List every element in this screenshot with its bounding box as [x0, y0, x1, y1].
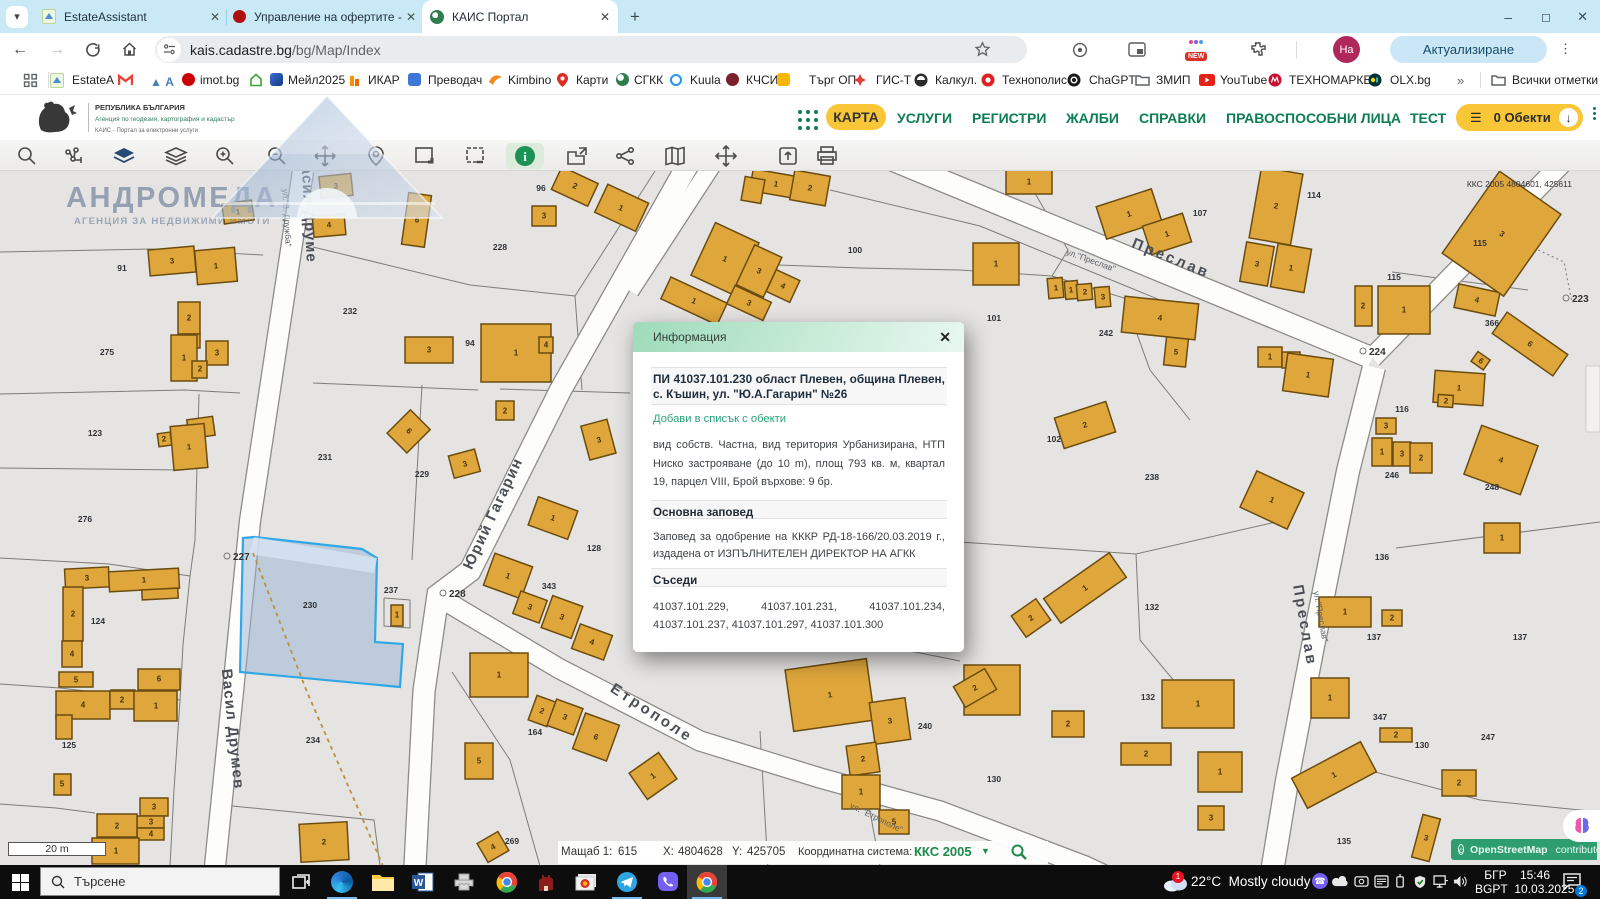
- svg-text:1: 1: [1027, 178, 1032, 187]
- svg-text:224: 224: [1369, 347, 1386, 358]
- svg-text:132: 132: [1145, 602, 1159, 612]
- svg-text:1: 1: [1196, 700, 1201, 709]
- svg-text:2: 2: [1419, 454, 1424, 463]
- svg-text:3: 3: [1209, 814, 1214, 823]
- svg-text:125: 125: [62, 740, 76, 750]
- svg-text:1: 1: [859, 788, 864, 797]
- svg-text:2: 2: [1066, 720, 1071, 729]
- svg-text:1: 1: [1218, 768, 1223, 777]
- svg-text:5: 5: [74, 676, 79, 685]
- svg-text:114: 114: [1307, 190, 1321, 200]
- svg-text:116: 116: [1395, 404, 1409, 414]
- svg-text:130: 130: [1415, 740, 1429, 750]
- svg-text:1: 1: [514, 349, 519, 358]
- svg-text:232: 232: [343, 306, 357, 316]
- svg-text:3: 3: [152, 803, 157, 812]
- svg-text:2: 2: [1390, 614, 1395, 623]
- svg-text:223: 223: [1572, 294, 1589, 305]
- svg-text:2: 2: [71, 610, 76, 619]
- svg-text:1: 1: [182, 354, 187, 363]
- svg-text:227: 227: [233, 552, 250, 563]
- svg-text:228: 228: [493, 242, 507, 252]
- svg-text:i: i: [523, 149, 527, 164]
- svg-text:107: 107: [1193, 208, 1207, 218]
- svg-text:248: 248: [1485, 482, 1499, 492]
- svg-text:4: 4: [81, 701, 86, 710]
- svg-text:2: 2: [1144, 750, 1149, 759]
- svg-text:230: 230: [303, 600, 317, 610]
- svg-text:1: 1: [1328, 694, 1333, 703]
- svg-text:100: 100: [848, 245, 862, 255]
- svg-text:2: 2: [1457, 779, 1462, 788]
- svg-text:91: 91: [117, 263, 127, 273]
- svg-text:128: 128: [587, 543, 601, 553]
- svg-text:135: 135: [1337, 836, 1351, 846]
- svg-text:2: 2: [198, 365, 203, 374]
- svg-text:240: 240: [918, 721, 932, 731]
- svg-text:347: 347: [1373, 712, 1387, 722]
- svg-text:96: 96: [536, 183, 546, 193]
- svg-text:246: 246: [1385, 470, 1399, 480]
- svg-text:1: 1: [395, 611, 400, 620]
- svg-text:115: 115: [1473, 238, 1487, 248]
- svg-text:W: W: [414, 878, 424, 889]
- svg-text:2: 2: [1394, 731, 1399, 740]
- svg-text:164: 164: [528, 727, 542, 737]
- svg-text:343: 343: [542, 581, 556, 591]
- svg-text:102: 102: [1047, 434, 1061, 444]
- svg-text:228: 228: [449, 589, 466, 600]
- svg-text:4: 4: [70, 650, 75, 659]
- svg-text:АНДРОМЕДА: АНДРОМЕДА: [66, 182, 278, 214]
- svg-text:1: 1: [994, 260, 999, 269]
- svg-text:6: 6: [157, 675, 162, 684]
- svg-text:276: 276: [78, 514, 92, 524]
- svg-text:ККС 2005 4804601, 425611: ККС 2005 4804601, 425611: [1467, 179, 1572, 189]
- svg-text:1: 1: [1268, 353, 1273, 362]
- svg-text:366: 366: [1485, 318, 1499, 328]
- svg-text:1: 1: [114, 847, 119, 856]
- svg-text:229: 229: [415, 469, 429, 479]
- svg-text:3: 3: [1384, 422, 1389, 431]
- svg-text:1: 1: [1380, 448, 1385, 457]
- svg-text:242: 242: [1099, 328, 1113, 338]
- svg-text:123: 123: [88, 428, 102, 438]
- svg-text:237: 237: [384, 585, 398, 595]
- svg-text:1: 1: [1500, 534, 1505, 543]
- svg-text:1: 1: [497, 671, 502, 680]
- svg-text:1: 1: [1343, 608, 1348, 617]
- svg-text:269: 269: [505, 836, 519, 846]
- svg-text:3: 3: [427, 346, 432, 355]
- svg-text:2: 2: [503, 407, 508, 416]
- svg-text:3: 3: [215, 349, 220, 358]
- svg-text:275: 275: [100, 347, 114, 357]
- svg-text:124: 124: [91, 616, 105, 626]
- svg-text:1: 1: [154, 702, 159, 711]
- svg-text:132: 132: [1141, 692, 1155, 702]
- svg-text:94: 94: [465, 338, 475, 348]
- svg-text:136: 136: [1375, 552, 1389, 562]
- svg-text:3: 3: [542, 212, 547, 221]
- svg-text:247: 247: [1481, 732, 1495, 742]
- svg-text:5: 5: [477, 757, 482, 766]
- svg-text:234: 234: [306, 735, 320, 745]
- svg-text:3: 3: [1400, 450, 1405, 459]
- svg-text:3: 3: [149, 818, 154, 827]
- svg-text:АГЕНЦИЯ ЗА НЕДВИЖИМИ ИМОТИ: АГЕНЦИЯ ЗА НЕДВИЖИМИ ИМОТИ: [74, 216, 271, 227]
- svg-text:4: 4: [149, 830, 154, 839]
- svg-text:4: 4: [544, 341, 549, 350]
- svg-text:2: 2: [187, 314, 192, 323]
- svg-text:1: 1: [1402, 306, 1407, 315]
- svg-text:238: 238: [1145, 472, 1159, 482]
- svg-text:2: 2: [115, 822, 120, 831]
- svg-text:5: 5: [60, 780, 65, 789]
- svg-text:137: 137: [1513, 632, 1527, 642]
- svg-text:130: 130: [987, 774, 1001, 784]
- svg-text:101: 101: [987, 313, 1001, 323]
- svg-text:231: 231: [318, 452, 332, 462]
- svg-text:2: 2: [120, 696, 125, 705]
- svg-text:137: 137: [1367, 632, 1381, 642]
- svg-text:2: 2: [1361, 302, 1366, 311]
- svg-text:115: 115: [1387, 272, 1401, 282]
